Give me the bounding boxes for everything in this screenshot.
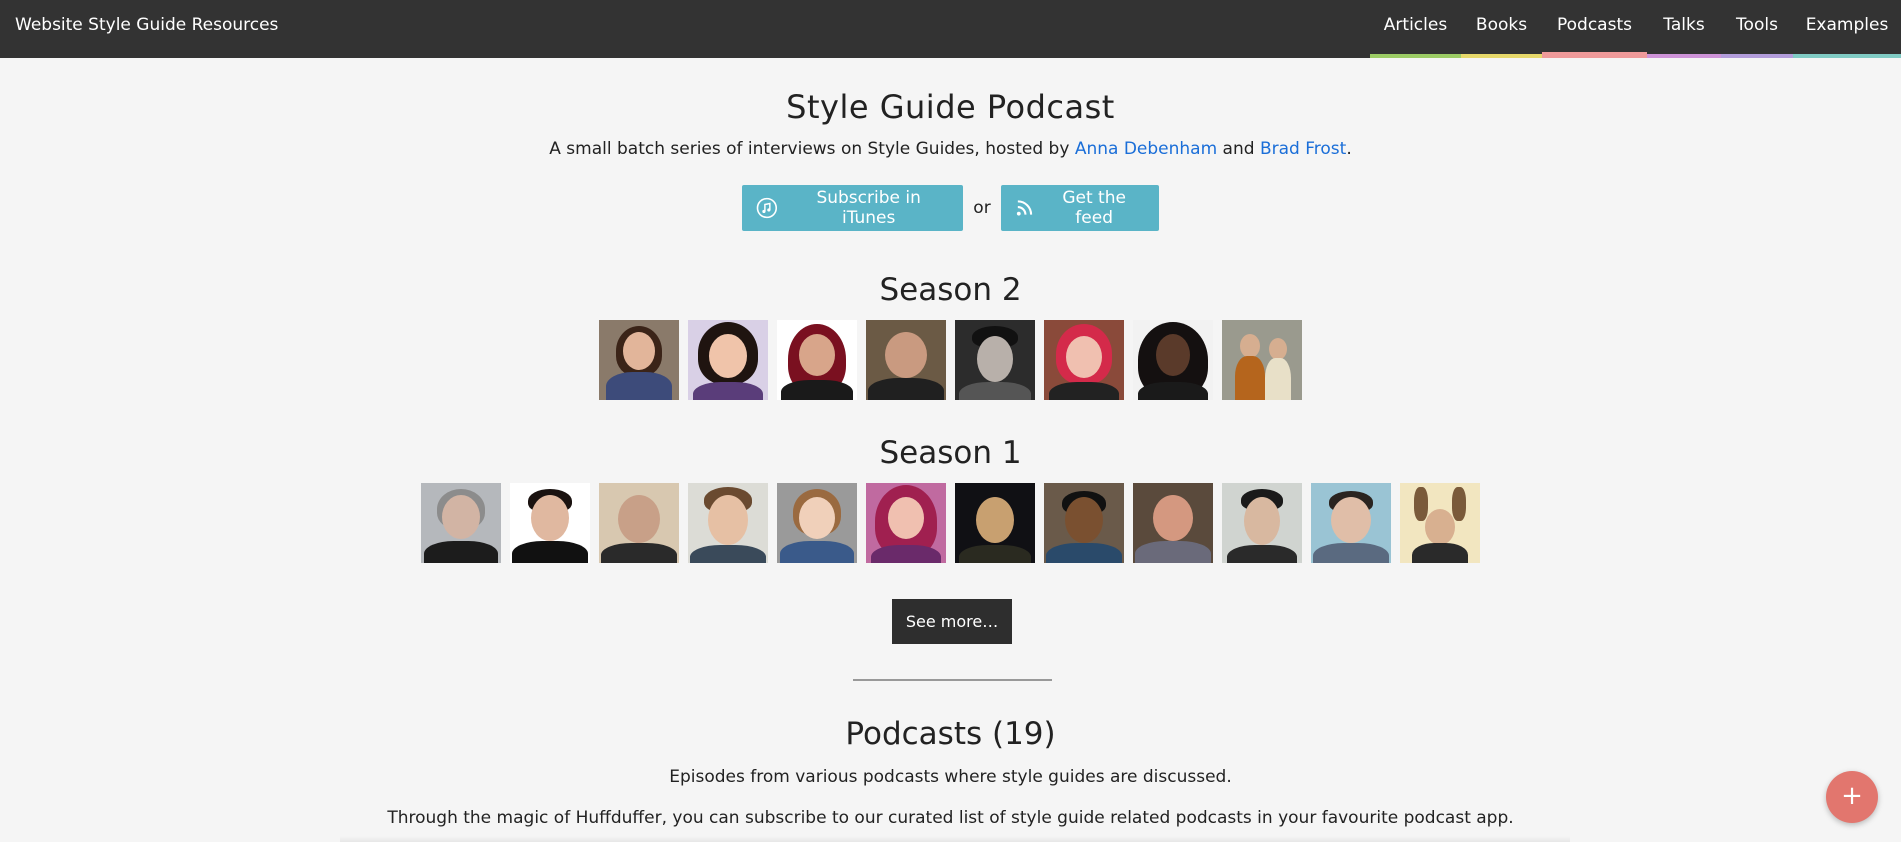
guest-avatar[interactable] [1400,483,1480,563]
music-note-icon [756,197,778,219]
intro-prefix: A small batch series of interviews on St… [549,139,1075,159]
nav-talks[interactable]: Talks [1647,0,1721,58]
guest-avatar[interactable] [599,483,679,563]
guest-avatar[interactable] [955,320,1035,400]
nav-podcasts-underline [1542,52,1647,58]
nav-talks-label: Talks [1663,15,1705,35]
intro-text: A small batch series of interviews on St… [0,139,1901,159]
get-feed-button[interactable]: Get the feed [1000,185,1159,231]
guest-avatar[interactable] [1044,320,1124,400]
page-title: Style Guide Podcast [786,88,1115,126]
guest-avatar[interactable] [866,320,946,400]
nav-podcasts-label: Podcasts [1557,15,1632,35]
huffduffer-description: Through the magic of Huffduffer, you can… [387,808,1514,828]
guest-avatar[interactable] [688,483,768,563]
nav-books-label: Books [1475,15,1528,35]
guest-avatar[interactable] [1311,483,1391,563]
guest-avatar[interactable] [1133,483,1213,563]
see-more-button[interactable]: See more… [892,599,1012,644]
subscribe-itunes-button[interactable]: Subscribe in iTunes [742,185,964,231]
guest-avatar[interactable] [421,483,501,563]
floating-add-button[interactable]: + [1826,771,1878,823]
site-brand[interactable]: Website Style Guide Resources [15,0,278,50]
host-link-brad[interactable]: Brad Frost [1260,139,1346,159]
guest-avatar[interactable] [510,483,590,563]
content-shadow [340,836,1570,842]
guest-avatar[interactable] [1133,320,1213,400]
guest-avatar[interactable] [1222,483,1302,563]
nav-examples-underline [1793,54,1901,58]
plus-icon: + [1841,781,1863,811]
host-link-anna[interactable]: Anna Debenham [1075,139,1217,159]
nav-talks-underline [1647,54,1721,58]
or-text: or [973,198,991,218]
rss-icon [1016,200,1032,216]
main-nav: Articles Books Podcasts Talks Tools Exam… [1370,0,1901,58]
nav-books-underline [1461,54,1542,58]
subscribe-itunes-label: Subscribe in iTunes [816,188,921,228]
nav-tools-label: Tools [1736,15,1778,35]
podcasts-description: Episodes from various podcasts where sty… [669,767,1232,787]
nav-podcasts[interactable]: Podcasts [1542,0,1647,58]
guest-avatar[interactable] [1044,483,1124,563]
guest-avatar[interactable] [599,320,679,400]
nav-examples-label: Examples [1805,15,1889,35]
nav-articles-underline [1370,54,1461,58]
guest-avatar[interactable] [688,320,768,400]
season-2-heading: Season 2 [879,272,1022,308]
guest-avatar[interactable] [777,483,857,563]
nav-books[interactable]: Books [1461,0,1542,58]
guest-avatar[interactable] [866,483,946,563]
get-feed-label: Get the feed [1062,188,1126,228]
guest-avatar[interactable] [955,483,1035,563]
season-2-guests [0,320,1901,400]
nav-articles-label: Articles [1383,15,1448,35]
guest-avatar[interactable] [1222,320,1302,400]
nav-tools-underline [1721,54,1793,58]
nav-tools[interactable]: Tools [1721,0,1793,58]
season-1-heading: Season 1 [879,435,1022,471]
subscribe-row: Subscribe in iTunes or Get the feed [0,185,1901,231]
intro-and: and [1217,139,1260,159]
nav-examples[interactable]: Examples [1793,0,1901,58]
intro-suffix: . [1346,139,1352,159]
podcasts-heading: Podcasts (19) [845,716,1056,752]
top-navbar: Website Style Guide Resources Articles B… [0,0,1901,58]
section-divider [853,679,1052,681]
guest-avatar[interactable] [777,320,857,400]
season-1-guests [0,483,1901,563]
nav-articles[interactable]: Articles [1370,0,1461,58]
